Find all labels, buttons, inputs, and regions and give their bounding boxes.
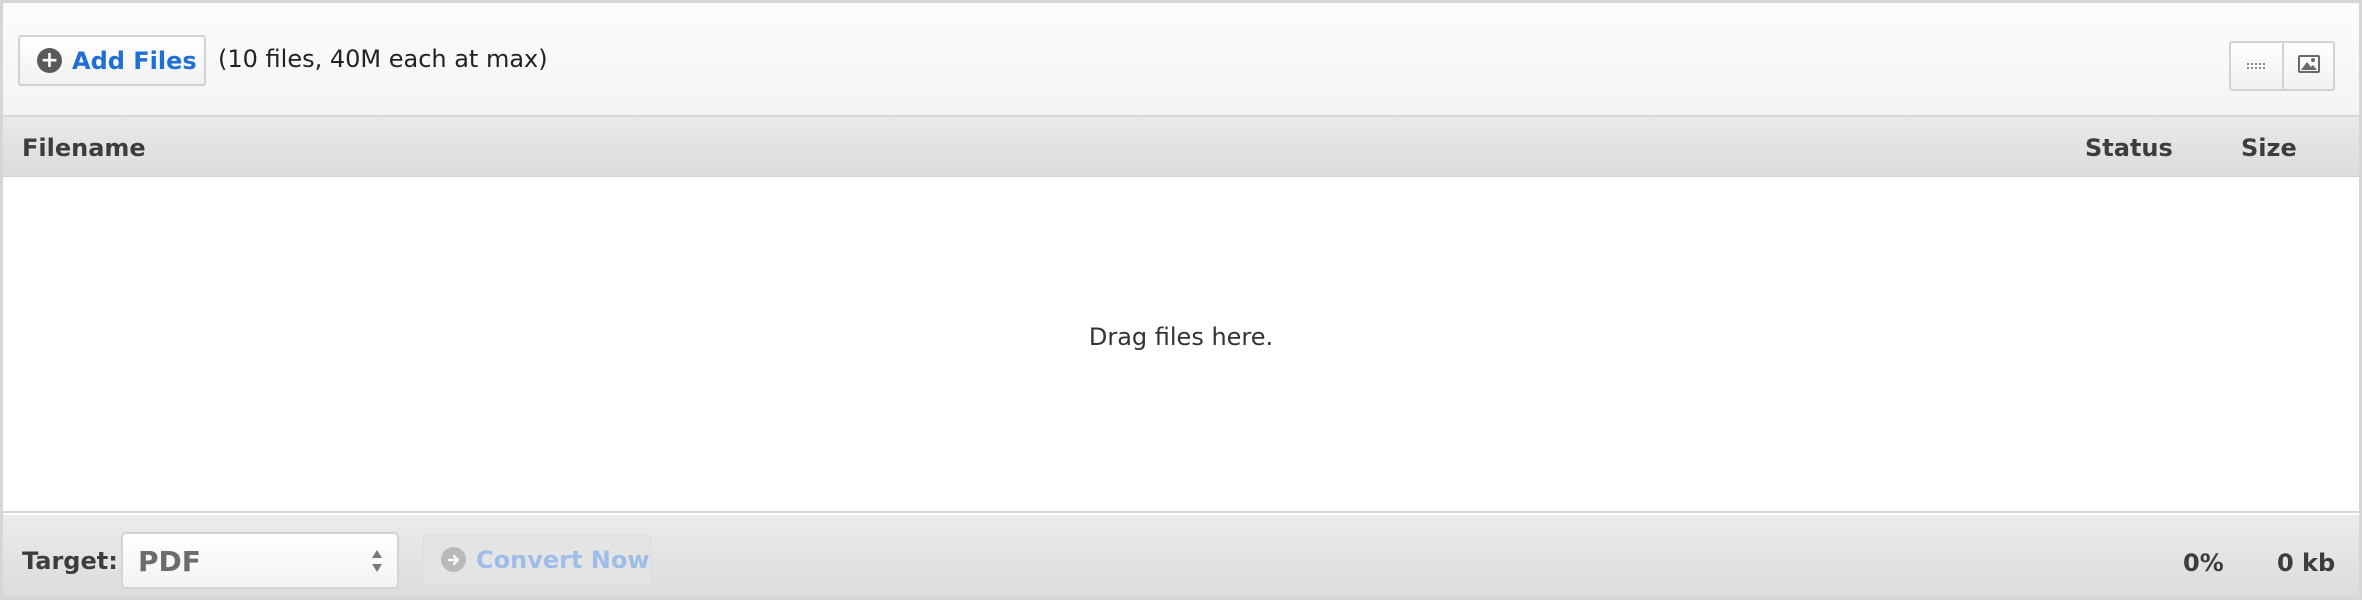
list-icon <box>2246 57 2267 76</box>
file-drop-zone[interactable]: Drag files here. <box>3 177 2359 513</box>
thumbnail-view-button[interactable] <box>2282 43 2333 89</box>
list-view-button[interactable] <box>2231 43 2282 89</box>
file-list-header: Filename Status Size <box>3 117 2359 177</box>
arrow-right-circle-icon <box>441 547 466 572</box>
plus-circle-icon: + <box>37 48 62 73</box>
add-files-button[interactable]: + Add Files <box>18 35 206 86</box>
uploader-header: + Add Files (10 files, 40M each at max) <box>3 3 2359 117</box>
size-column-header[interactable]: Size <box>2241 134 2297 162</box>
convert-now-label: Convert Now <box>476 545 650 574</box>
convert-now-button[interactable]: Convert Now <box>423 534 651 585</box>
target-label: Target: <box>22 547 118 575</box>
select-arrows-icon <box>371 548 383 574</box>
filename-column-header[interactable]: Filename <box>22 134 146 162</box>
drop-hint: Drag files here. <box>1088 323 1274 351</box>
file-limits-text: (10 files, 40M each at max) <box>218 45 548 73</box>
image-icon <box>2297 55 2320 77</box>
upload-progress-percent: 0% <box>2183 549 2224 577</box>
target-format-value: PDF <box>138 545 201 578</box>
target-format-select[interactable]: PDF <box>121 532 399 589</box>
add-files-label: Add Files <box>72 46 197 75</box>
view-toggle-group <box>2229 41 2335 91</box>
total-size: 0 kb <box>2277 549 2336 577</box>
uploader-footer: Target: PDF Convert Now 0% 0 kb <box>3 515 2359 597</box>
status-column-header[interactable]: Status <box>2085 134 2173 162</box>
file-uploader: + Add Files (10 files, 40M each at max) <box>0 0 2362 600</box>
